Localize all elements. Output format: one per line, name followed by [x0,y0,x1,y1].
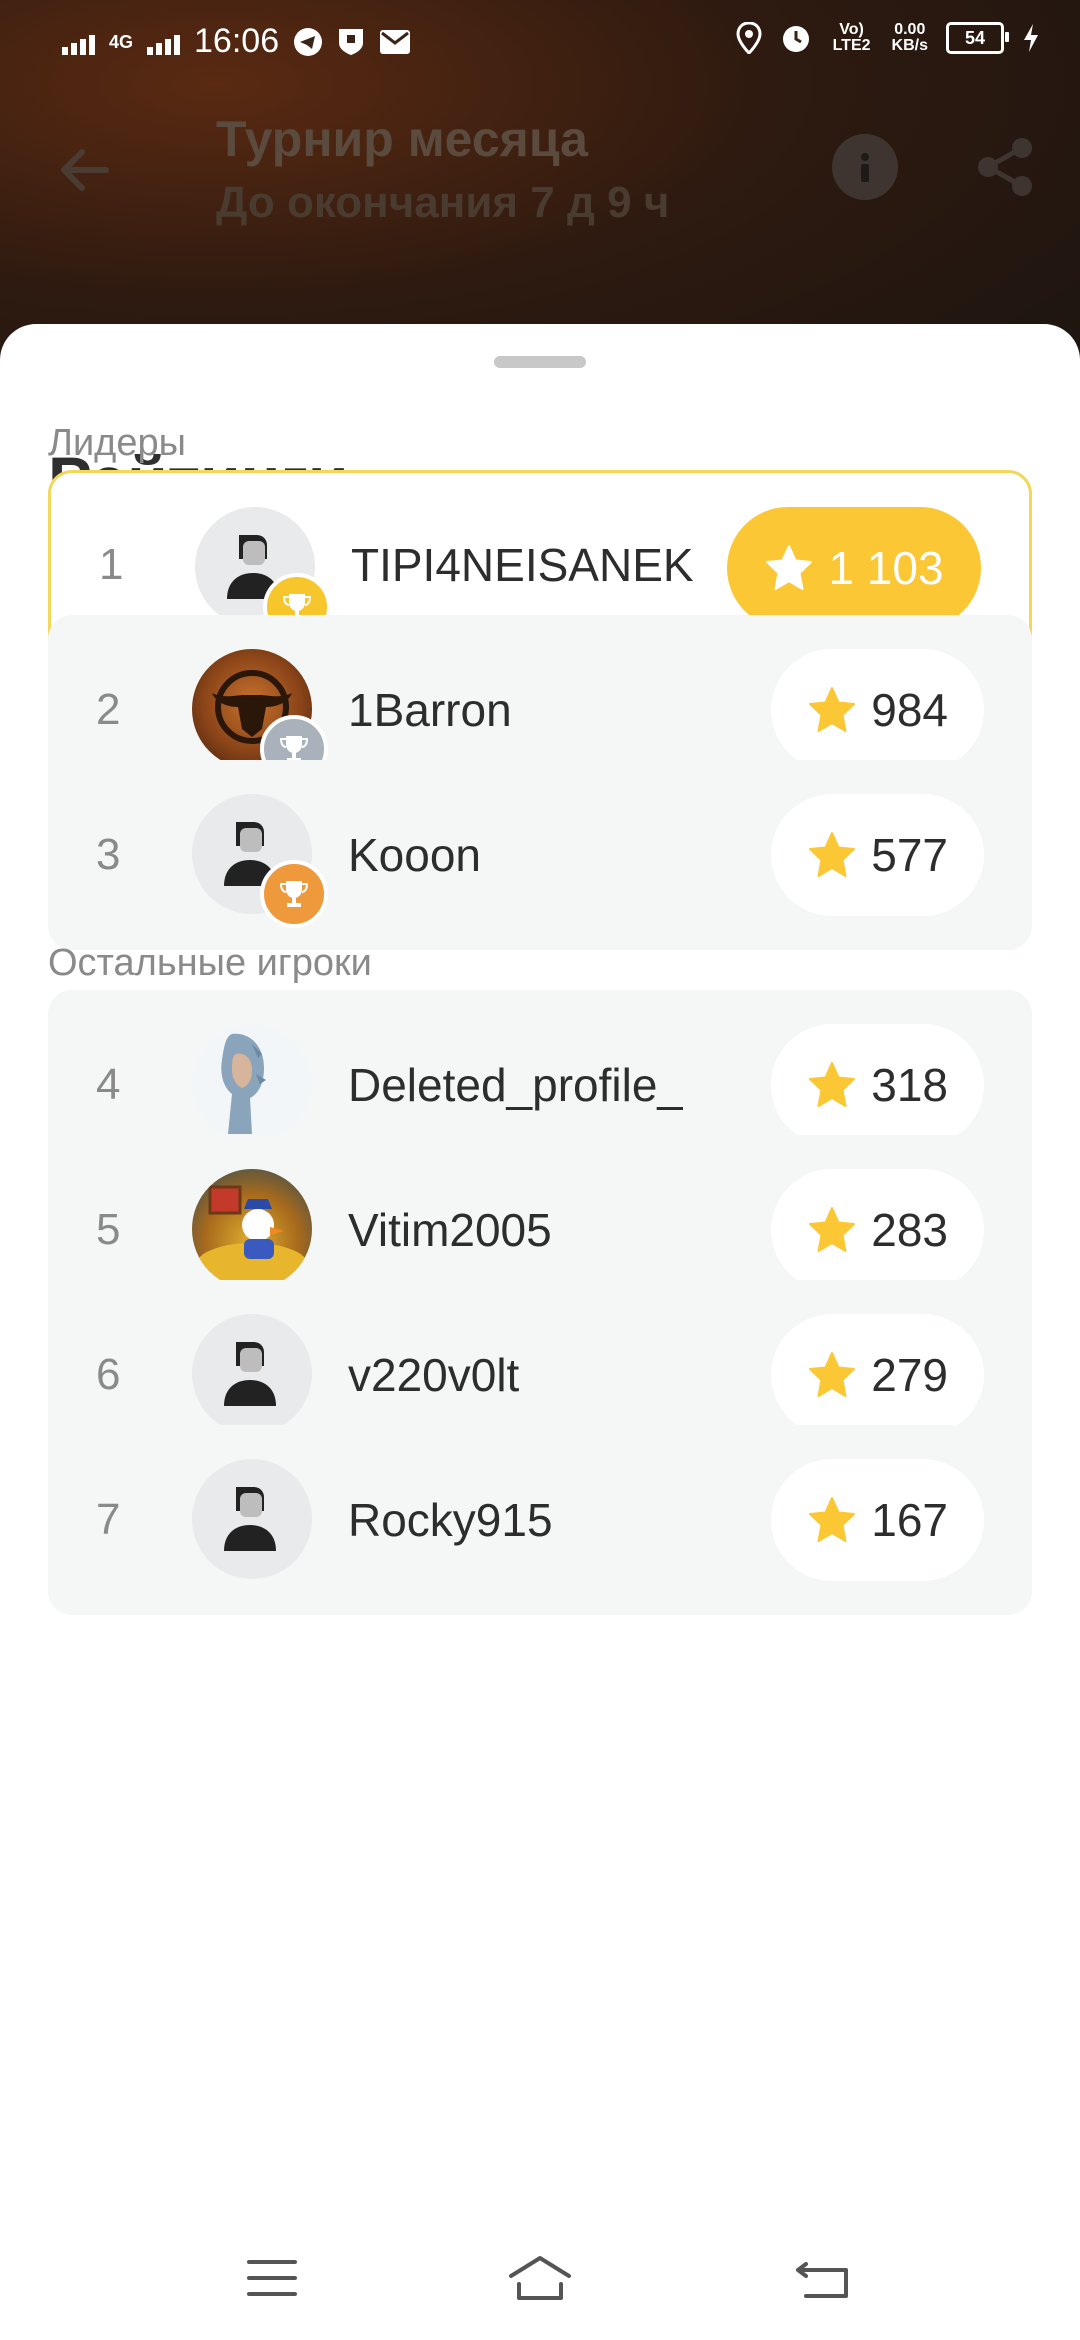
shield-app-icon [339,28,364,55]
rank-number: 7 [96,1495,121,1544]
share-icon[interactable] [972,134,1038,200]
ratings-sheet: Рейтинги Лидеры 1 TIPI4NEISANEK 1 103 2 [0,324,1080,2212]
battery-icon: 54 [946,22,1009,54]
score-pill: 279 [771,1314,984,1436]
back-icon[interactable] [790,2248,860,2308]
status-time: 16:06 [194,22,280,60]
score-pill: 318 [771,1024,984,1146]
menu-icon[interactable] [237,2248,307,2308]
player-name: Rocky915 [348,1494,553,1546]
avatar [192,794,328,928]
leaderboard-row[interactable]: 3 Kooon 577 [48,760,1032,950]
alarm-icon [782,26,809,52]
star-icon [809,1207,856,1252]
home-icon[interactable] [505,2248,575,2308]
star-icon [766,545,813,590]
score-pill: 984 [771,649,984,771]
signal-icon-2 [147,29,181,55]
avatar [192,649,328,783]
score-value: 984 [871,684,948,736]
score-value: 577 [871,829,948,881]
charging-icon [1024,24,1038,52]
avatar [192,1459,312,1579]
signal-icon [62,29,95,55]
score-pill: 577 [771,794,984,916]
star-icon [809,832,856,877]
cartoon-duck-image [196,1185,308,1287]
score-value: 318 [871,1059,948,1111]
page-title: Турнир месяца [216,111,588,167]
network-speed: 0.00 KB/s [891,21,928,54]
score-value: 1 103 [828,542,944,594]
score-value: 167 [871,1494,948,1546]
avatar [192,1169,312,1289]
avatar [195,507,331,641]
status-bar: 4G 16:06 Vo) LTE2 0.00 KB/s 54 [0,0,1080,86]
info-icon[interactable] [832,134,898,200]
score-value: 283 [871,1204,948,1256]
avatar [192,1314,312,1434]
rank-number: 3 [96,830,121,879]
leaders-label: Лидеры [48,422,186,464]
back-arrow-icon[interactable] [52,138,116,202]
others-label: Остальные игроки [48,942,372,984]
avatar [192,1024,312,1144]
star-icon [809,1062,856,1107]
star-icon [809,1497,856,1542]
bronze-trophy-badge [260,860,328,928]
sheet-drag-handle[interactable] [494,356,586,368]
default-avatar-icon [224,1487,276,1551]
network-type: 4G [109,31,134,52]
score-pill: 167 [771,1459,984,1581]
header-bar: Турнир месяца До окончания 7 д 9 ч [0,100,1080,240]
default-avatar-icon [224,1342,276,1406]
countdown-text: До окончания 7 д 9 ч [216,178,670,227]
telegram-icon [294,27,323,56]
location-icon [736,22,762,54]
trophy-icon [279,881,309,907]
star-icon [809,687,856,732]
score-value: 279 [871,1349,948,1401]
star-icon [809,1352,856,1397]
mail-icon [380,29,411,54]
profile-photo [192,1024,312,1144]
player-name: Kooon [348,829,482,881]
leaderboard-row[interactable]: 7 Rocky915 167 [48,1425,1032,1615]
lte-indicator: Vo) LTE2 [832,21,871,54]
system-navigation-bar [0,2212,1080,2340]
score-pill: 1 103 [727,507,981,629]
score-pill: 283 [771,1169,984,1291]
